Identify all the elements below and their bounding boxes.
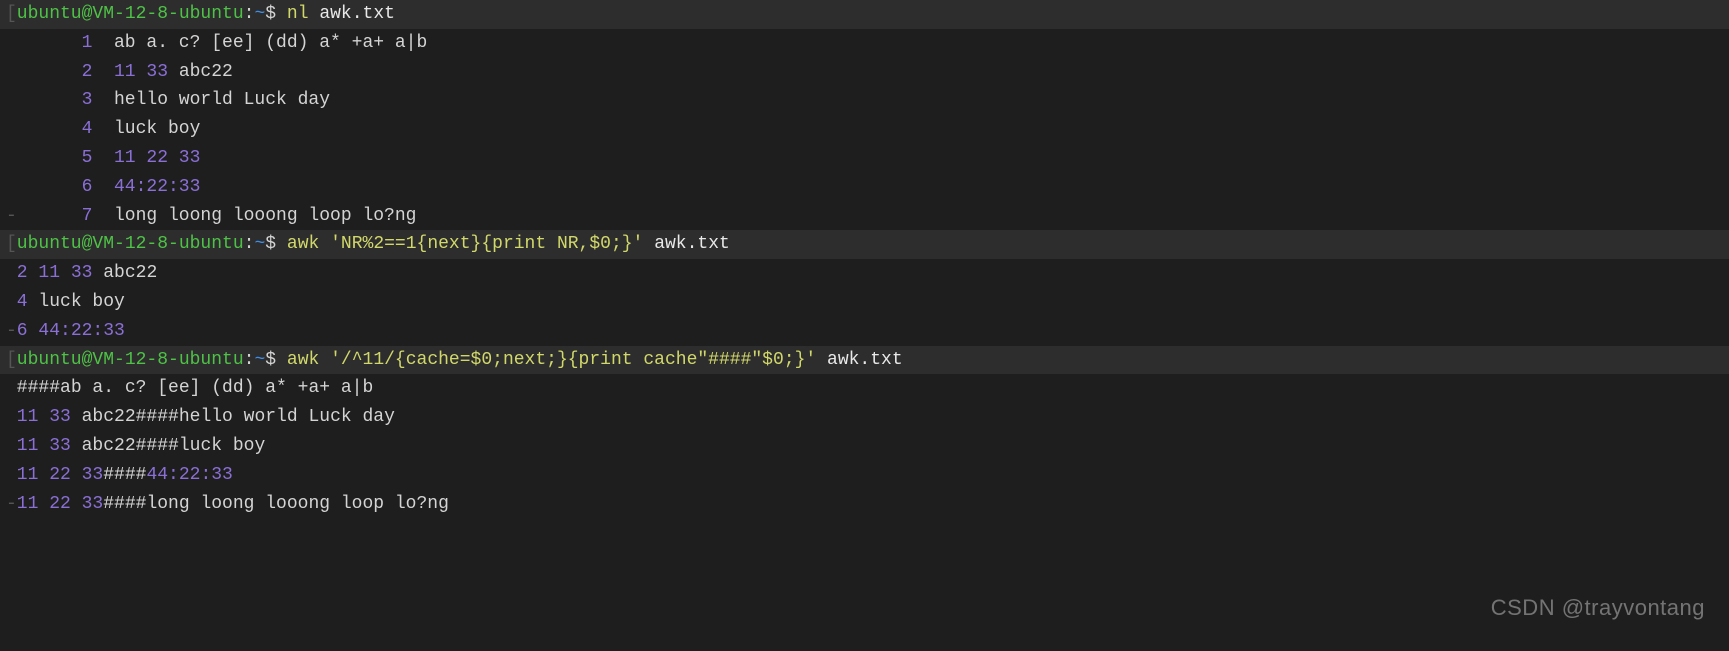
row-number: 2 [17,263,28,283]
output-numbers: 11 33 [38,263,92,283]
nl-output-row: 2 11 33 abc22 [0,58,1729,87]
awk-output-row: 2 11 33 abc22 [0,259,1729,288]
output-text: ab a. c? [ee] (dd) a* +a+ a|b [60,378,373,398]
user-host: ubuntu@VM-12-8-ubuntu [17,350,244,370]
file-text: abc22 [168,62,233,82]
output-numbers: 44:22:33 [38,321,124,341]
line-number: 3 [17,86,93,115]
awk-output-row: 11 22 33####44:22:33 [0,461,1729,490]
output-numbers: 11 22 33 [17,465,103,485]
output-text: luck boy [28,292,125,312]
nl-output-row: 3 hello world Luck day [0,86,1729,115]
gutter-dash: - [6,202,17,231]
row-number: 6 [17,321,28,341]
awk-output-row: 11 33 abc22####luck boy [0,432,1729,461]
prompt-line-1[interactable]: [ubuntu@VM-12-8-ubuntu:~$ nl awk.txt [0,0,1729,29]
dollar: $ [265,4,276,24]
path: ~ [254,350,265,370]
line-number: 4 [17,115,93,144]
hash-separator: #### [103,494,146,514]
gutter-open: [ [6,230,17,259]
prompt-line-2[interactable]: [ubuntu@VM-12-8-ubuntu:~$ awk 'NR%2==1{n… [0,230,1729,259]
user-host: ubuntu@VM-12-8-ubuntu [17,4,244,24]
nl-output-row: 5 11 22 33 [0,144,1729,173]
output-numbers: 11 33 [17,407,71,427]
awk-output-row: 4 luck boy [0,288,1729,317]
gutter-open: [ [6,346,17,375]
command-awk: awk [287,234,319,254]
arg-file: awk.txt [319,4,395,24]
file-numbers: 11 33 [114,62,168,82]
file-text: ab a. c? [ee] (dd) a* +a+ a|b [114,33,427,53]
hash-separator: #### [103,465,146,485]
colon: : [244,350,255,370]
command-awk: awk [287,350,319,370]
file-text: long loong looong loop lo?ng [114,206,416,226]
dollar: $ [265,350,276,370]
awk-script: 'NR%2==1{next}{print NR,$0;}' [330,234,643,254]
output-text: hello world Luck day [179,407,395,427]
file-numbers: 11 22 33 [114,148,200,168]
gutter-open: [ [6,0,17,29]
awk-script: '/^11/{cache=$0;next;}{print cache"####"… [330,350,816,370]
colon: : [244,4,255,24]
line-number: 6 [17,173,93,202]
arg-file: awk.txt [827,350,903,370]
file-text: luck boy [114,119,200,139]
awk-output-row: 11 33 abc22####hello world Luck day [0,403,1729,432]
output-text: abc22 [92,263,157,283]
output-text: luck boy [179,436,265,456]
row-number: 4 [17,292,28,312]
file-numbers: 44:22:33 [114,177,200,197]
prompt-line-3[interactable]: [ubuntu@VM-12-8-ubuntu:~$ awk '/^11/{cac… [0,346,1729,375]
hash-separator: abc22#### [71,407,179,427]
awk-output-row: -11 22 33####long loong looong loop lo?n… [0,490,1729,519]
path: ~ [254,234,265,254]
awk-output-row: ####ab a. c? [ee] (dd) a* +a+ a|b [0,374,1729,403]
nl-output-row: -7 long loong looong loop lo?ng [0,202,1729,231]
watermark: CSDN @trayvontang [1491,590,1705,625]
line-number: 1 [17,29,93,58]
output-text: long loong looong loop lo?ng [146,494,448,514]
user-host: ubuntu@VM-12-8-ubuntu [17,234,244,254]
colon: : [244,234,255,254]
nl-output-row: 6 44:22:33 [0,173,1729,202]
file-text: hello world Luck day [114,90,330,110]
arg-file: awk.txt [654,234,730,254]
line-number: 2 [17,58,93,87]
hash-separator: abc22#### [71,436,179,456]
dollar: $ [265,234,276,254]
output-numbers: 11 33 [17,436,71,456]
hash-separator: #### [17,378,60,398]
gutter-dash: - [6,317,17,346]
output-numbers-2: 44:22:33 [146,465,232,485]
line-number: 7 [17,202,93,231]
gutter-dash: - [6,490,17,519]
line-number: 5 [17,144,93,173]
output-numbers: 11 22 33 [17,494,103,514]
nl-output-row: 4 luck boy [0,115,1729,144]
awk-output-row: -6 44:22:33 [0,317,1729,346]
path: ~ [254,4,265,24]
nl-output-row: 1 ab a. c? [ee] (dd) a* +a+ a|b [0,29,1729,58]
command-nl: nl [287,4,309,24]
